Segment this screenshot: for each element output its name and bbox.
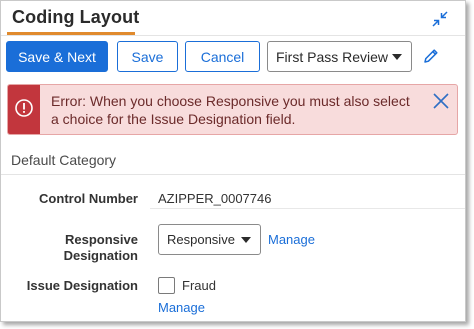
coding-layout-panel: Coding Layout Save & Next Save Cancel Fi… xyxy=(0,0,466,322)
issue-designation-label: Issue Designation xyxy=(26,278,138,293)
control-number-label: Control Number xyxy=(39,191,138,206)
fraud-checkbox-label[interactable]: Fraud xyxy=(182,278,216,293)
control-number-value: AZIPPER_0007746 xyxy=(158,191,272,206)
layout-select-value: First Pass Review xyxy=(276,48,389,65)
panel-title: Coding Layout xyxy=(12,7,140,27)
close-icon[interactable] xyxy=(431,91,451,111)
header-divider xyxy=(1,35,465,36)
toolbar: Save & Next Save Cancel First Pass Revie… xyxy=(1,39,465,75)
category-divider xyxy=(1,174,465,175)
fraud-checkbox[interactable] xyxy=(158,277,175,294)
error-message: Error: When you choose Responsive you mu… xyxy=(51,93,410,127)
category-heading: Default Category xyxy=(11,152,117,168)
responsive-designation-select[interactable]: Responsive xyxy=(158,224,261,255)
collapse-arrows-icon[interactable] xyxy=(429,8,451,30)
save-and-next-button[interactable]: Save & Next xyxy=(6,41,108,72)
cancel-button[interactable]: Cancel xyxy=(185,41,260,72)
responsive-manage-link[interactable]: Manage xyxy=(268,232,315,247)
responsive-designation-value: Responsive xyxy=(167,232,235,247)
layout-select[interactable]: First Pass Review xyxy=(267,41,412,72)
row-divider xyxy=(150,208,465,209)
chevron-down-icon xyxy=(392,54,402,60)
exclamation-circle-icon xyxy=(14,98,34,118)
save-button[interactable]: Save xyxy=(117,41,178,72)
issue-manage-link[interactable]: Manage xyxy=(158,300,205,315)
chevron-down-icon xyxy=(241,237,251,243)
pencil-icon[interactable] xyxy=(421,46,441,66)
panel-header: Coding Layout xyxy=(1,1,465,37)
responsive-designation-label: Responsive Designation xyxy=(63,232,138,263)
error-banner: Error: When you choose Responsive you mu… xyxy=(7,84,458,135)
error-stripe xyxy=(8,85,40,134)
